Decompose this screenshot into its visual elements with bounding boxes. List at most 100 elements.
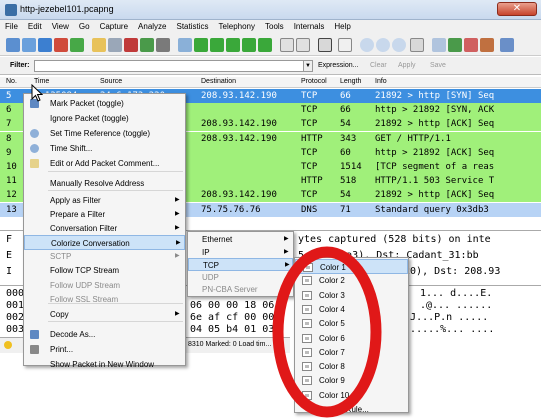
detail-row-ip[interactable]: I: [6, 266, 12, 277]
save-filter-button[interactable]: Save: [430, 62, 446, 69]
apply-button[interactable]: Apply: [398, 62, 416, 69]
resize-columns-icon[interactable]: [410, 38, 424, 52]
menu-item-label: Copy: [50, 310, 69, 319]
coloring-rules-icon[interactable]: [464, 38, 478, 52]
menu-item-prepare-a-filter[interactable]: Prepare a Filter ▶: [24, 207, 185, 222]
first-packet-icon[interactable]: [242, 38, 256, 52]
menu-item-label: Follow SSL Stream: [50, 295, 119, 304]
filter-input[interactable]: [34, 60, 304, 72]
menu-item-ignore-packet-toggle[interactable]: Ignore Packet (toggle): [24, 111, 185, 126]
open-file-icon[interactable]: [92, 38, 106, 52]
find-icon[interactable]: [178, 38, 192, 52]
zoom-out-icon[interactable]: [376, 38, 390, 52]
stop-capture-icon[interactable]: [54, 38, 68, 52]
expand-icon: E: [6, 250, 13, 261]
go-forward-icon[interactable]: [210, 38, 224, 52]
cell-no: 8: [6, 133, 12, 144]
menu-item-label: Conversation Filter: [50, 224, 118, 233]
menu-separator: [48, 171, 183, 172]
menu-item-follow-udp-stream: Follow UDP Stream: [24, 278, 185, 293]
menu-telephony[interactable]: Telephony: [214, 20, 260, 34]
restart-capture-icon[interactable]: [70, 38, 84, 52]
menu-item-follow-ssl-stream: Follow SSL Stream: [24, 292, 185, 307]
cell-protocol: HTTP: [301, 133, 323, 144]
main-toolbar: [0, 34, 541, 56]
filter-dropdown[interactable]: ▼: [303, 60, 313, 72]
menu-item-show-packet-in-new-window[interactable]: Show Packet in New Window: [24, 357, 185, 372]
close-file-icon[interactable]: [124, 38, 138, 52]
col-no[interactable]: No.: [6, 78, 17, 85]
cell-protocol: DNS: [301, 204, 318, 215]
menu-item-time-shift[interactable]: Time Shift...: [24, 141, 185, 156]
preferences-icon[interactable]: [480, 38, 494, 52]
menu-item-follow-tcp-stream[interactable]: Follow TCP Stream: [24, 263, 185, 278]
menu-item-print[interactable]: Print...: [24, 342, 185, 357]
menu-tools[interactable]: Tools: [260, 20, 289, 34]
cell-info: http > 21892 [ACK] Seq: [375, 147, 495, 158]
menu-item-decode-as[interactable]: Decode As...: [24, 327, 185, 342]
colorize-icon[interactable]: [280, 38, 294, 52]
filter-label: Filter:: [10, 62, 30, 69]
col-protocol[interactable]: Protocol: [301, 78, 327, 85]
autoscroll-icon[interactable]: [296, 38, 310, 52]
hex-offset: 003: [6, 324, 25, 335]
menu-item-mark-packet-toggle[interactable]: Mark Packet (toggle): [24, 96, 185, 111]
cell-destination: 208.93.142.190: [201, 119, 277, 130]
last-packet-icon[interactable]: [258, 38, 272, 52]
save-file-icon[interactable]: [108, 38, 122, 52]
chevron-right-icon: ▶: [175, 225, 180, 231]
display-filters-icon[interactable]: [448, 38, 462, 52]
capture-filters-icon[interactable]: [432, 38, 446, 52]
detail-row-frame[interactable]: F: [6, 234, 12, 245]
pane-icon[interactable]: [318, 38, 332, 52]
go-to-packet-icon[interactable]: [226, 38, 240, 52]
menu-item-colorize-conversation[interactable]: Colorize Conversation ▶: [24, 235, 185, 250]
menu-internals[interactable]: Internals: [289, 20, 330, 34]
col-source[interactable]: Source: [100, 78, 122, 85]
menu-file[interactable]: File: [0, 20, 23, 34]
cell-destination: 75.75.76.76: [201, 204, 261, 215]
menu-item-copy[interactable]: Copy ▶: [24, 307, 185, 322]
cell-length: 518: [340, 176, 357, 187]
reload-icon[interactable]: [140, 38, 154, 52]
menu-item-label: Time Shift...: [50, 144, 93, 153]
menu-item-label: Prepare a Filter: [50, 210, 106, 219]
options-icon[interactable]: [22, 38, 36, 52]
interfaces-icon[interactable]: [6, 38, 20, 52]
menu-edit[interactable]: Edit: [23, 20, 47, 34]
submenu-item-label: UDP: [202, 272, 219, 282]
status-led-icon[interactable]: [4, 341, 12, 349]
zoom-in-icon[interactable]: [360, 38, 374, 52]
menu-item-manually-resolve-address[interactable]: Manually Resolve Address: [24, 176, 185, 191]
col-destination[interactable]: Destination: [201, 78, 236, 85]
expression-button[interactable]: Expression...: [318, 62, 358, 69]
zoom-normal-icon[interactable]: [392, 38, 406, 52]
col-length[interactable]: Length: [340, 78, 361, 85]
menu-item-label: Set Time Reference (toggle): [50, 129, 151, 138]
col-info[interactable]: Info: [375, 78, 387, 85]
help-icon[interactable]: [500, 38, 514, 52]
menu-go[interactable]: Go: [74, 20, 95, 34]
cell-protocol: HTTP: [301, 176, 323, 187]
app-icon: [5, 4, 17, 16]
menu-item-edit-or-add-packet-comment[interactable]: Edit or Add Packet Comment...: [24, 156, 185, 171]
title-bar: http-jezebel101.pcapng ✕: [0, 0, 541, 20]
start-capture-icon[interactable]: [38, 38, 52, 52]
close-button[interactable]: ✕: [497, 2, 537, 16]
cell-no: 5: [6, 91, 12, 101]
cell-destination: 208.93.142.190: [201, 190, 277, 201]
pane2-icon[interactable]: [338, 38, 352, 52]
menu-capture[interactable]: Capture: [95, 20, 133, 34]
cell-length: 66: [340, 105, 351, 116]
menu-statistics[interactable]: Statistics: [172, 20, 214, 34]
menu-analyze[interactable]: Analyze: [133, 20, 171, 34]
menu-item-apply-as-filter[interactable]: Apply as Filter ▶: [24, 193, 185, 208]
menu-view[interactable]: View: [47, 20, 74, 34]
go-back-icon[interactable]: [194, 38, 208, 52]
menu-item-conversation-filter[interactable]: Conversation Filter ▶: [24, 221, 185, 236]
menu-help[interactable]: Help: [329, 20, 355, 34]
print-toolbar-icon[interactable]: [156, 38, 170, 52]
clear-button[interactable]: Clear: [370, 62, 387, 69]
detail-row-ethernet[interactable]: E: [6, 250, 12, 261]
menu-item-set-time-reference-toggle[interactable]: Set Time Reference (toggle): [24, 126, 185, 141]
